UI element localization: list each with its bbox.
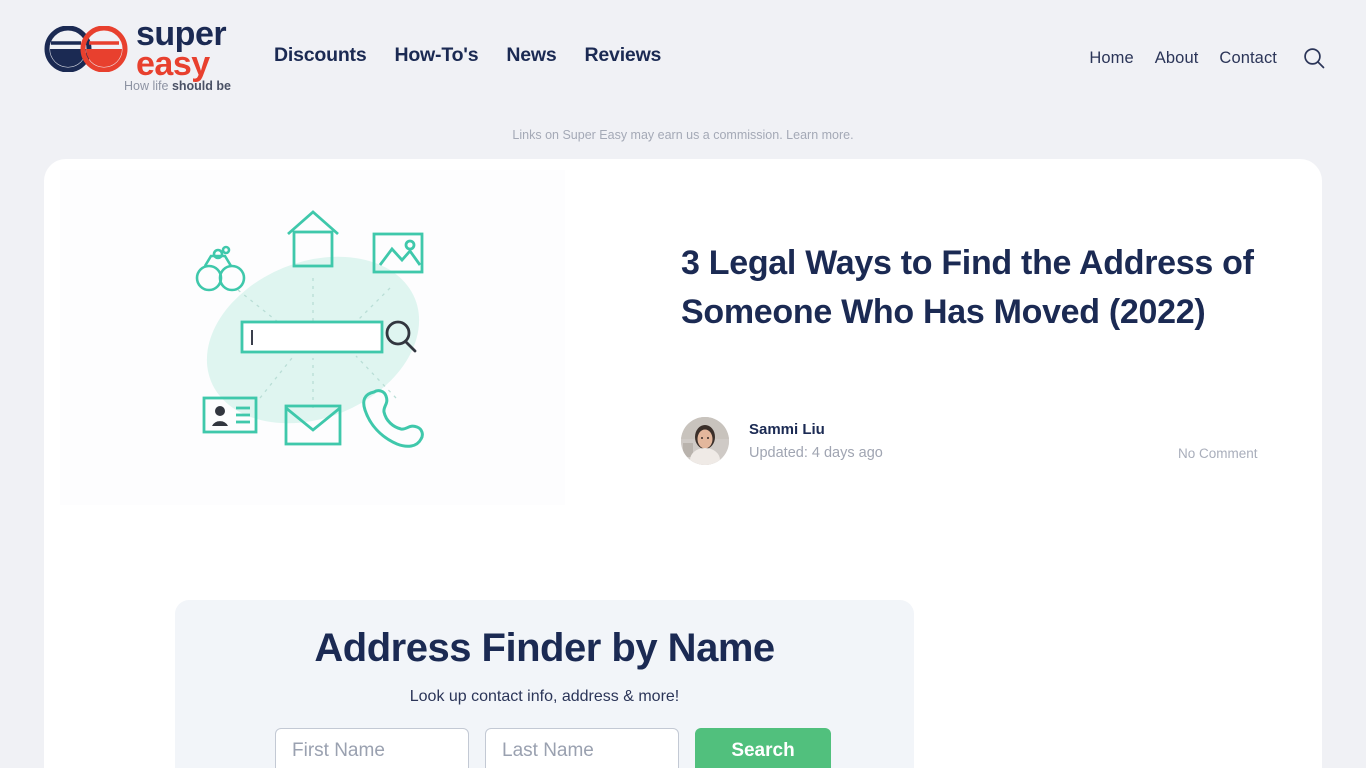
nav-item-discounts[interactable]: Discounts — [274, 44, 367, 67]
author-name[interactable]: Sammi Liu — [749, 421, 825, 438]
search-button[interactable]: Search — [695, 728, 831, 768]
article-card: 3 Legal Ways to Find the Address of Some… — [44, 159, 1322, 768]
nav-item-home[interactable]: Home — [1089, 49, 1133, 68]
disclaimer-learn-more-link[interactable]: Learn more. — [786, 128, 853, 142]
tagline-strong: should be — [171, 79, 231, 93]
logo-mark-icon — [44, 26, 128, 72]
nav-item-contact[interactable]: Contact — [1219, 49, 1277, 68]
illustration-search-box — [240, 320, 384, 354]
article-byline: Sammi Liu Updated: 4 days ago No Comment — [681, 417, 1261, 469]
logo-tagline: How life should be — [124, 79, 231, 93]
first-name-input[interactable] — [275, 728, 469, 768]
nav-item-how-tos[interactable]: How-To's — [394, 44, 478, 67]
avatar-photo — [681, 417, 729, 465]
nav-item-about[interactable]: About — [1155, 49, 1199, 68]
page-root: super easy How life should be Discounts … — [0, 0, 1366, 768]
disclaimer-text: Links on Super Easy may earn us a commis… — [512, 128, 783, 142]
address-search-illustration — [195, 210, 424, 448]
logo-word-line2: easy — [136, 44, 210, 83]
site-logo[interactable]: super easy How life should be — [44, 17, 274, 98]
nav-item-news[interactable]: News — [506, 44, 556, 67]
comment-count[interactable]: No Comment — [1178, 446, 1258, 461]
address-finder-form: Search — [275, 728, 831, 768]
finder-title: Address Finder by Name — [314, 626, 775, 670]
primary-nav: Discounts How-To's News Reviews — [274, 44, 661, 67]
secondary-nav: Home About Contact — [1089, 46, 1326, 70]
nav-item-reviews[interactable]: Reviews — [585, 44, 662, 67]
address-finder-panel: Address Finder by Name Look up contact i… — [175, 600, 914, 768]
search-icon[interactable] — [1302, 46, 1326, 70]
logo-wordmark: super easy — [136, 17, 227, 83]
phone-icon — [362, 389, 424, 448]
page-title: 3 Legal Ways to Find the Address of Some… — [681, 244, 1254, 332]
avatar[interactable] — [681, 417, 729, 465]
hero-illustration — [60, 170, 565, 505]
handcuffs-icon — [195, 245, 246, 292]
last-name-input[interactable] — [485, 728, 679, 768]
tagline-prefix: How life — [124, 79, 172, 93]
finder-subtitle: Look up contact info, address & more! — [409, 688, 680, 705]
updated-timestamp: Updated: 4 days ago — [749, 445, 883, 461]
site-header: super easy How life should be Discounts … — [0, 0, 1366, 112]
affiliate-disclaimer: Links on Super Easy may earn us a commis… — [0, 128, 1366, 142]
